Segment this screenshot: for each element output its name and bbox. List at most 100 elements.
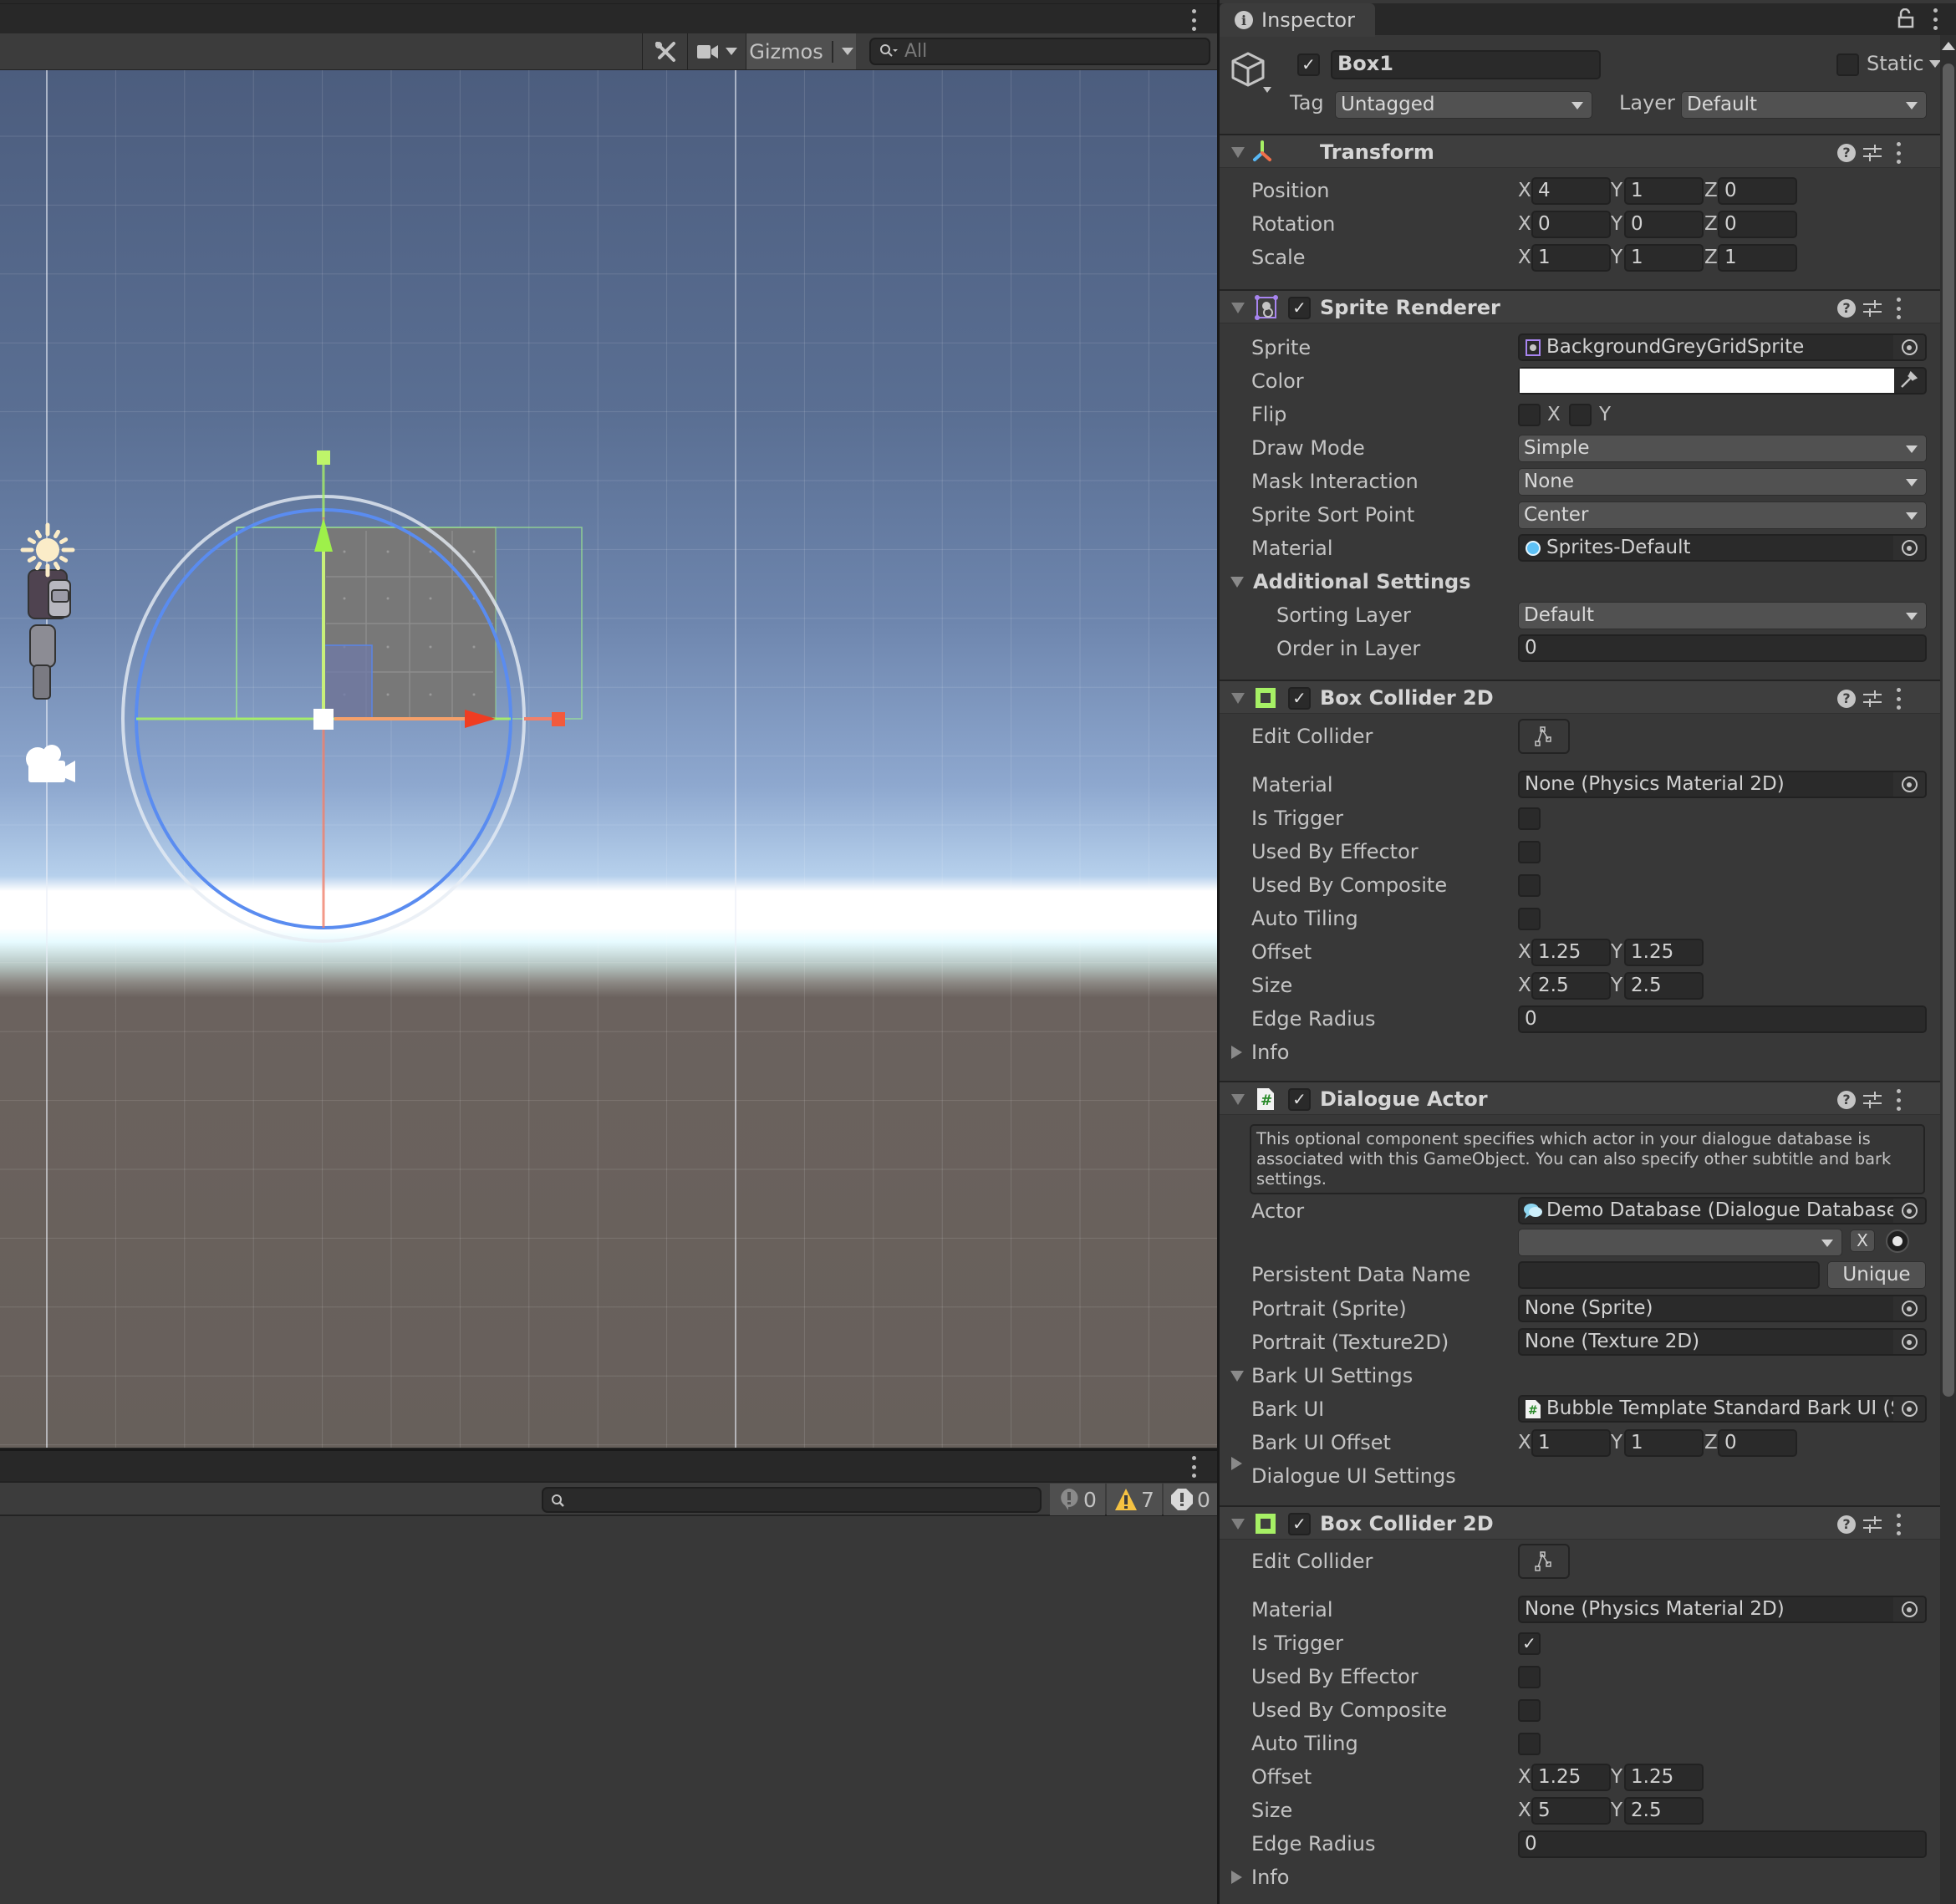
fold-arrow-icon[interactable]: [1231, 303, 1245, 313]
auto-tiling-checkbox[interactable]: [1518, 908, 1541, 930]
component-more-icon[interactable]: [1895, 142, 1902, 164]
scene-canvas[interactable]: [0, 70, 1217, 1448]
portrait-sprite-field[interactable]: None (Sprite): [1518, 1295, 1927, 1322]
material-object-field[interactable]: Sprites-Default: [1518, 534, 1927, 562]
bark-ui-field[interactable]: # Bubble Template Standard Bark UI (S: [1518, 1395, 1927, 1423]
dialogue-ui-settings-fold-icon[interactable]: [1231, 1457, 1242, 1470]
object-picker-button[interactable]: [1893, 1597, 1925, 1621]
info-count-toggle[interactable]: 0: [1050, 1484, 1105, 1515]
inspector-box_collider_1-size_y-input[interactable]: 2.5: [1624, 972, 1704, 1000]
object-picker-button[interactable]: [1893, 536, 1925, 560]
inspector-box_collider_1-size_x-input[interactable]: 2.5: [1531, 972, 1611, 1000]
color-field[interactable]: [1518, 367, 1927, 395]
layer-dropdown[interactable]: Default: [1681, 91, 1927, 119]
help-icon[interactable]: ?: [1837, 1515, 1856, 1534]
object-picker-button[interactable]: [1893, 772, 1925, 797]
inspector-transform-rows-2-x-input[interactable]: 1: [1531, 244, 1611, 272]
edit-collider-button[interactable]: [1518, 1544, 1570, 1579]
inspector-box_collider_2-offset_y-input[interactable]: 1.25: [1624, 1764, 1704, 1791]
actor-select-radio[interactable]: [1886, 1229, 1909, 1253]
inspector-transform-rows-0-x-input[interactable]: 4: [1531, 177, 1611, 205]
physics-material-field[interactable]: None (Physics Material 2D): [1518, 1596, 1927, 1623]
inspector-dialogue_actor-bark_offset_y-input[interactable]: 1: [1624, 1429, 1704, 1457]
help-icon[interactable]: ?: [1837, 299, 1856, 318]
physics-material-field[interactable]: None (Physics Material 2D): [1518, 771, 1927, 798]
tab-inspector[interactable]: i Inspector: [1220, 3, 1375, 37]
dialogue-actor-enabled-checkbox[interactable]: ✓: [1288, 1088, 1311, 1111]
inspector-transform-rows-2-z-input[interactable]: 1: [1718, 244, 1797, 272]
component-more-icon[interactable]: [1895, 688, 1902, 710]
directional-light-icon[interactable]: [20, 522, 75, 578]
box1-object[interactable]: [236, 527, 583, 720]
inspector-box_collider_1-offset_x-input[interactable]: 1.25: [1531, 939, 1611, 966]
rect-handle[interactable]: [323, 644, 373, 720]
box-collider-1-enabled-checkbox[interactable]: ✓: [1288, 687, 1311, 710]
is-trigger-checkbox[interactable]: [1518, 807, 1541, 830]
scene-camera-button[interactable]: [687, 33, 746, 69]
sprite-object-field[interactable]: BackgroundGreyGridSprite: [1518, 333, 1927, 361]
component-more-icon[interactable]: [1895, 298, 1902, 319]
additional-settings-label[interactable]: Additional Settings: [1253, 569, 1471, 594]
inspector-transform-rows-1-x-input[interactable]: 0: [1531, 211, 1611, 238]
color-swatch[interactable]: [1520, 369, 1894, 393]
sorting-layer-dropdown[interactable]: Default: [1518, 602, 1927, 629]
portrait-texture-field[interactable]: None (Texture 2D): [1518, 1328, 1927, 1356]
fold-arrow-icon[interactable]: [1231, 693, 1245, 704]
gizmos-button[interactable]: Gizmos: [746, 33, 856, 69]
inspector-box_collider_2-offset_x-input[interactable]: 1.25: [1531, 1764, 1611, 1791]
clear-actor-button[interactable]: X: [1850, 1229, 1875, 1252]
edge-radius-input[interactable]: 0: [1518, 1005, 1927, 1033]
presets-icon[interactable]: [1863, 689, 1882, 709]
scene-tools-button[interactable]: [642, 33, 687, 69]
eyedropper-icon[interactable]: [1898, 370, 1918, 390]
object-picker-button[interactable]: [1893, 1199, 1925, 1223]
static-checkbox[interactable]: [1836, 53, 1859, 76]
bark-ui-settings-fold-icon[interactable]: [1230, 1371, 1244, 1382]
actor-object-field[interactable]: Demo Database (Dialogue Database): [1518, 1197, 1927, 1224]
chevron-down-icon[interactable]: [841, 48, 853, 55]
flip-y-checkbox[interactable]: [1569, 404, 1592, 426]
inspector-more-menu-icon[interactable]: [1932, 8, 1938, 30]
tag-dropdown[interactable]: Untagged: [1335, 91, 1592, 119]
inspector-transform-rows-0-z-input[interactable]: 0: [1718, 177, 1797, 205]
is-trigger-checkbox[interactable]: ✓: [1518, 1632, 1541, 1655]
inspector-transform-rows-1-y-input[interactable]: 0: [1624, 211, 1704, 238]
inspector-transform-rows-2-y-input[interactable]: 1: [1624, 244, 1704, 272]
draw-mode-dropdown[interactable]: Simple: [1518, 435, 1927, 462]
used-by-effector-checkbox[interactable]: [1518, 841, 1541, 863]
persistent-data-name-input[interactable]: [1518, 1261, 1820, 1289]
inspector-dialogue_actor-bark_offset_x-input[interactable]: 1: [1531, 1429, 1611, 1457]
info-fold-icon[interactable]: [1231, 1871, 1242, 1884]
scale-x-handle[interactable]: [552, 712, 565, 726]
help-icon[interactable]: ?: [1837, 1091, 1856, 1109]
help-icon[interactable]: ?: [1837, 144, 1856, 162]
inspector-transform-rows-1-z-input[interactable]: 0: [1718, 211, 1797, 238]
inspector-box_collider_2-size_x-input[interactable]: 5: [1531, 1797, 1611, 1825]
object-picker-button[interactable]: [1893, 335, 1925, 359]
console-search-input[interactable]: [542, 1487, 1042, 1513]
fold-arrow-icon[interactable]: [1231, 147, 1245, 158]
bark-ui-settings-label[interactable]: Bark UI Settings: [1251, 1363, 1413, 1388]
info-label[interactable]: Info: [1251, 1040, 1289, 1065]
object-picker-button[interactable]: [1893, 1296, 1925, 1321]
additional-settings-fold-icon[interactable]: [1230, 577, 1244, 588]
error-count-toggle[interactable]: 0: [1164, 1484, 1217, 1515]
scroll-up-arrow-icon[interactable]: [1942, 42, 1955, 50]
inspector-box_collider_1-offset_y-input[interactable]: 1.25: [1624, 939, 1704, 966]
lock-icon[interactable]: [1897, 8, 1915, 28]
edit-collider-button[interactable]: [1518, 719, 1570, 754]
actor-name-dropdown[interactable]: [1518, 1229, 1842, 1256]
info-fold-icon[interactable]: [1231, 1046, 1242, 1059]
object-picker-button[interactable]: [1893, 1330, 1925, 1354]
warning-count-toggle[interactable]: 7: [1107, 1484, 1162, 1515]
gameobject-name-input[interactable]: Box1: [1331, 50, 1601, 79]
component-more-icon[interactable]: [1895, 1089, 1902, 1111]
help-icon[interactable]: ?: [1837, 690, 1856, 708]
auto-tiling-checkbox[interactable]: [1518, 1733, 1541, 1755]
box-collider-2-enabled-checkbox[interactable]: ✓: [1288, 1513, 1311, 1535]
inspector-scrollbar[interactable]: [1940, 35, 1956, 1904]
gameobject-active-checkbox[interactable]: ✓: [1297, 53, 1320, 76]
scene-search-input[interactable]: All: [869, 38, 1210, 65]
used-by-composite-checkbox[interactable]: [1518, 874, 1541, 897]
mask-interaction-dropdown[interactable]: None: [1518, 468, 1927, 496]
